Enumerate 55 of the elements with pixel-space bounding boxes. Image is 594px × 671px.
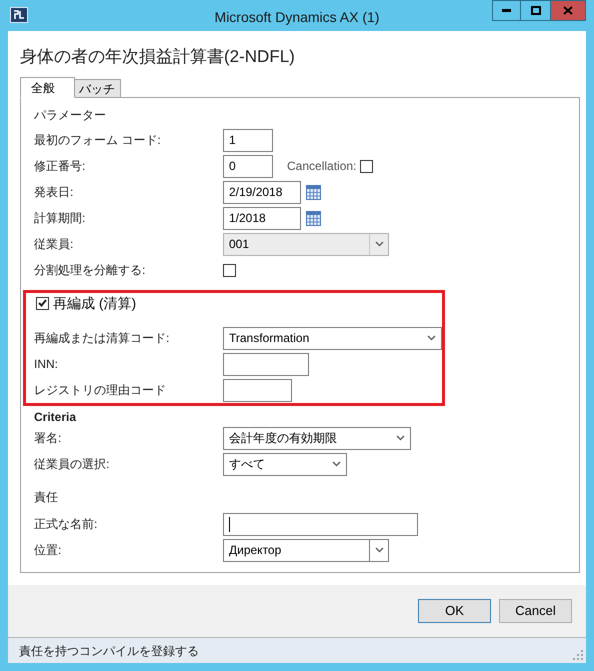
section-heading: 責任 [34, 489, 58, 506]
field-label: 計算期間: [33, 210, 86, 227]
checkbox[interactable] [223, 264, 236, 276]
chevron-icon [374, 547, 384, 553]
input-field[interactable] [223, 352, 309, 376]
chevron-icon [374, 241, 384, 247]
field-label: 正式な名前: [33, 516, 98, 533]
form-title: 身体の者の年次損益計算書(2-NDFL) [20, 46, 296, 68]
section-heading: パラメーター [34, 107, 106, 124]
chevron-icon [427, 335, 436, 341]
minimize-button[interactable] [492, 0, 521, 21]
maximize-icon [530, 6, 540, 15]
field-label: 位置: [33, 542, 62, 559]
field-label: レジストリの理由コード [33, 382, 167, 399]
input-field[interactable]: 1 [223, 128, 273, 152]
field-label: 従業員: [33, 236, 74, 253]
group-label: 再編成 (清算) [53, 294, 136, 313]
checkbox[interactable] [36, 296, 49, 310]
field-label: 再編成または清算コード: [33, 330, 170, 347]
chevron-icon [332, 461, 341, 467]
tab[interactable]: バッチ [75, 79, 121, 98]
minimize-icon [502, 9, 511, 12]
field-label: 従業員の選択: [33, 456, 110, 473]
app-icon [10, 7, 28, 23]
combo-box[interactable]: Transformation [223, 326, 442, 350]
combo-box[interactable]: 会計年度の有効期限 [223, 426, 411, 450]
window-title: Microsoft Dynamics AX (1) [214, 8, 380, 27]
close-button[interactable] [550, 0, 586, 21]
check-icon [38, 299, 47, 307]
section-heading: Criteria [34, 409, 76, 426]
date-field[interactable]: 1/2018 [223, 206, 301, 230]
close-icon [563, 6, 573, 15]
field-label: 修正番号: [33, 158, 86, 175]
field-label: 発表日: [33, 184, 74, 201]
input-field[interactable]: 0 [223, 154, 273, 178]
calendar-icon[interactable] [306, 210, 321, 226]
dialog-button[interactable]: OK [418, 599, 491, 623]
maximize-button[interactable] [521, 0, 550, 21]
input-field[interactable] [223, 512, 418, 536]
combo-box[interactable]: すべて [223, 452, 347, 476]
field-label: 最初のフォーム コード: [33, 132, 162, 149]
field-label: 署名: [33, 430, 62, 447]
calendar-icon[interactable] [306, 184, 321, 200]
field-label: INN: [33, 356, 59, 373]
tab[interactable]: 全般 [20, 77, 75, 98]
status-text: 責任を持つコンパイルを登録する [19, 642, 199, 660]
checkbox[interactable] [360, 160, 374, 172]
field-label: Cancellation: [287, 158, 356, 175]
combo-box[interactable]: Директор [223, 538, 389, 562]
field-label: 分割処理を分離する: [33, 262, 146, 279]
chevron-icon [396, 435, 405, 441]
dialog-button[interactable]: Cancel [499, 599, 572, 623]
date-field[interactable]: 2/19/2018 [223, 180, 301, 204]
resize-grip-icon[interactable] [573, 650, 583, 660]
input-field[interactable] [223, 378, 292, 402]
